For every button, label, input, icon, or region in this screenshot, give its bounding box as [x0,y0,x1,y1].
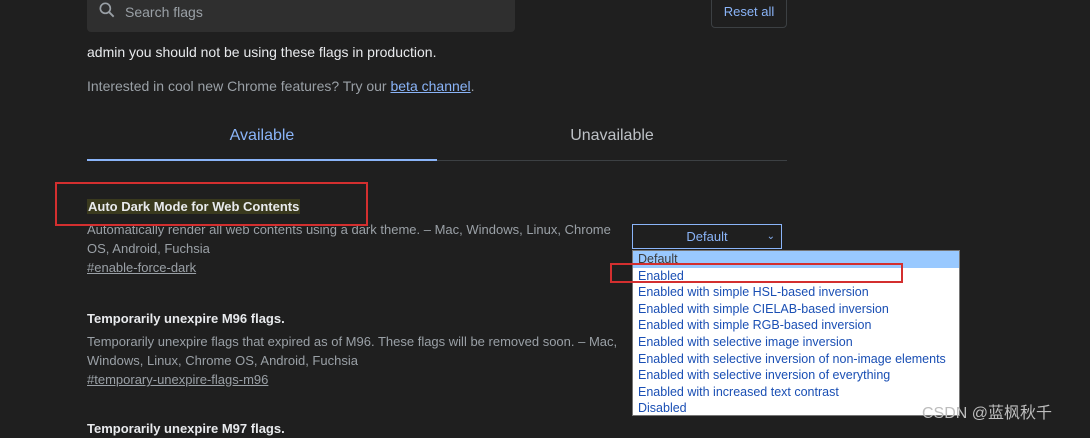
dropdown-option[interactable]: Enabled with selective image inversion [633,334,959,351]
tab-unavailable[interactable]: Unavailable [437,118,787,160]
search-icon [97,0,123,25]
beta-note-prefix: Interested in cool new Chrome features? … [87,78,391,94]
annotation-box-title [55,182,368,226]
experiment-link[interactable]: #temporary-unexpire-flags-m96 [87,372,268,387]
beta-channel-link[interactable]: beta channel [390,78,470,94]
dropdown-option[interactable]: Enabled with simple RGB-based inversion [633,317,959,334]
dropdown-option[interactable]: Enabled with selective inversion of ever… [633,367,959,384]
experiment-unexpire-m96: Temporarily unexpire M96 flags. Temporar… [87,310,627,389]
chevron-down-icon: ⌄ [766,231,775,242]
experiment-link[interactable]: #enable-force-dark [87,260,196,275]
dropdown-option[interactable]: Enabled with increased text contrast [633,384,959,401]
tab-bar: Available Unavailable [87,118,787,161]
tab-available[interactable]: Available [87,118,437,161]
annotation-box-enabled [610,263,903,283]
select-value: Default [686,229,728,244]
experiment-unexpire-m97: Temporarily unexpire M97 flags. [87,420,627,438]
reset-all-button[interactable]: Reset all [711,0,787,28]
warning-text: admin you should not be using these flag… [87,44,437,60]
beta-channel-note: Interested in cool new Chrome features? … [87,78,475,94]
dropdown-option[interactable]: Enabled with simple CIELAB-based inversi… [633,301,959,318]
search-box[interactable] [87,0,515,32]
dropdown-option[interactable]: Enabled with selective inversion of non-… [633,351,959,368]
experiment-title: Temporarily unexpire M96 flags. [87,311,285,326]
dropdown-option[interactable]: Enabled with simple HSL-based inversion [633,284,959,301]
search-input[interactable] [123,3,487,21]
beta-note-suffix: . [470,78,475,94]
experiment-title: Temporarily unexpire M97 flags. [87,421,285,436]
watermark: CSDN @蓝枫秋千 [922,405,1053,422]
experiment-description: Temporarily unexpire flags that expired … [87,334,618,368]
dropdown-option[interactable]: Disabled [633,400,959,417]
flag-state-select[interactable]: Default ⌄ [632,224,782,249]
